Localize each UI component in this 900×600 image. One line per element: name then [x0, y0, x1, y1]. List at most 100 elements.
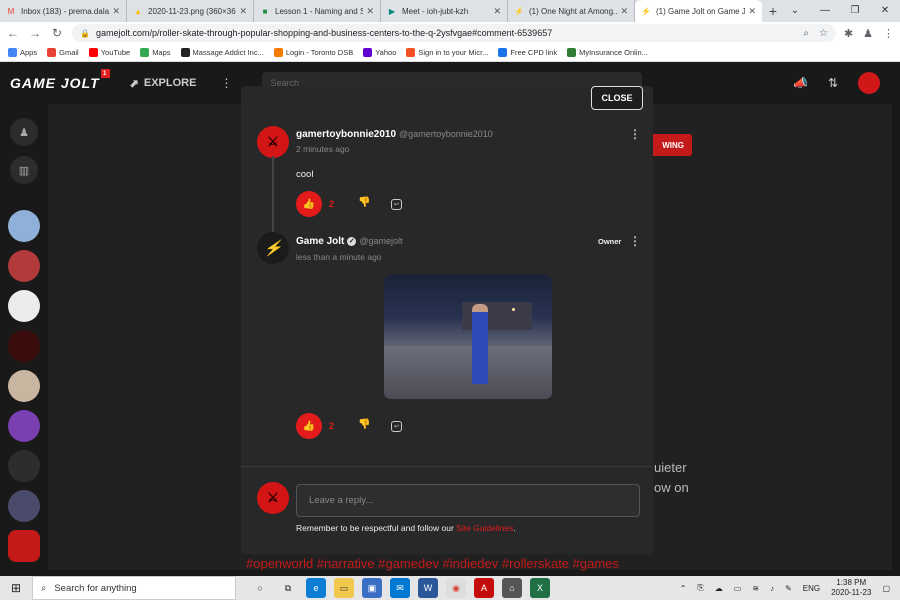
explore-link[interactable]: ⬈ EXPLORE [130, 77, 197, 90]
taskbar-search[interactable]: ⌕ Search for anything [32, 576, 236, 600]
usb-icon[interactable]: ⎘ [697, 583, 703, 593]
community-avatar[interactable] [8, 290, 40, 322]
site-guidelines-link[interactable]: Site Guidelines [456, 523, 513, 533]
tab-close-icon[interactable]: ✕ [112, 6, 120, 17]
bookmark-item[interactable]: Apps [8, 48, 37, 57]
battery-icon[interactable]: ▭ [734, 584, 742, 593]
task-view-icon[interactable]: ⧉ [278, 578, 298, 598]
excel-icon[interactable]: X [530, 578, 550, 598]
volume-icon[interactable]: ♪ [770, 584, 774, 593]
address-bar[interactable]: 🔒 gamejolt.com/p/roller-skate-through-po… [72, 24, 836, 42]
bookmark-item[interactable]: Maps [140, 48, 171, 57]
tab-close-icon[interactable]: ✕ [620, 6, 628, 17]
thumbs-down-icon[interactable]: 👎 [358, 419, 370, 430]
bookmark-item[interactable]: MyInsurance Onlin... [567, 48, 648, 57]
thumbs-down-icon[interactable]: 👎 [358, 197, 370, 208]
app-icon[interactable]: ⌂ [502, 578, 522, 598]
browser-tab-title: 2020-11-23.png (360×360) [148, 6, 237, 16]
language-indicator[interactable]: ENG [803, 584, 820, 593]
comment-options-icon[interactable]: ⋮ [629, 128, 641, 140]
browser-tab[interactable]: ▲ 2020-11-23.png (360×360) ✕ [127, 0, 254, 22]
close-window-icon[interactable]: ✕ [870, 0, 900, 20]
word-icon[interactable]: W [418, 578, 438, 598]
library-icon[interactable]: ▥ [10, 156, 38, 184]
tab-close-icon[interactable]: ✕ [493, 6, 501, 17]
bookmark-item[interactable]: Sign in to your Micr... [406, 48, 488, 57]
comment-author[interactable]: Game Jolt ✓ @gamejolt [296, 236, 403, 247]
community-avatar[interactable] [8, 330, 40, 362]
chevron-down-icon[interactable]: ⌄ [780, 0, 810, 20]
zoom-icon[interactable]: ⌕ [803, 28, 809, 39]
reply-icon[interactable]: ↩ [391, 421, 402, 432]
browser-menu-icon[interactable]: ⋮ [883, 27, 894, 40]
cloud-icon[interactable]: ☁ [715, 584, 723, 593]
browser-tab[interactable]: ⚡ (1) One Night at Among... ✕ [508, 0, 635, 22]
comment-video-thumbnail[interactable] [384, 274, 552, 399]
community-avatar[interactable] [8, 450, 40, 482]
like-count[interactable]: 2 [329, 421, 334, 431]
like-button[interactable]: 👍 [296, 413, 322, 439]
more-menu-icon[interactable]: ⋮ [220, 76, 232, 90]
community-avatar[interactable] [8, 370, 40, 402]
forward-icon[interactable]: → [28, 26, 42, 40]
notifications-icon[interactable]: ▢ [882, 584, 890, 593]
like-button[interactable]: 👍 [296, 191, 322, 217]
chrome-icon[interactable]: ◉ [446, 578, 466, 598]
bookmark-item[interactable]: Gmail [47, 48, 79, 57]
store-icon[interactable]: ▣ [362, 578, 382, 598]
chevron-up-icon[interactable]: ⌃ [680, 584, 687, 593]
restore-icon[interactable]: ❐ [840, 0, 870, 20]
file-explorer-icon[interactable]: ▭ [334, 578, 354, 598]
bookmark-item[interactable]: Free CPD link [498, 48, 557, 57]
reply-input[interactable]: Leave a reply... [296, 484, 640, 517]
tab-close-icon[interactable]: ✕ [366, 6, 374, 17]
community-avatar[interactable] [8, 490, 40, 522]
user-avatar[interactable] [858, 72, 880, 94]
avatar[interactable]: ⚔ [257, 126, 289, 158]
back-icon[interactable]: ← [6, 26, 20, 40]
close-button[interactable]: CLOSE [591, 86, 643, 110]
minimize-icon[interactable]: — [810, 0, 840, 20]
pen-icon[interactable]: ✎ [785, 584, 792, 593]
comment-options-icon[interactable]: ⋮ [629, 235, 641, 247]
clock[interactable]: 1:38 PM 2020-11-23 [831, 578, 871, 598]
browser-tab[interactable]: M Inbox (183) - prerna.dalal... ✕ [0, 0, 127, 22]
megaphone-icon[interactable]: 📣 [793, 76, 808, 90]
community-avatar[interactable] [8, 210, 40, 242]
activity-icon[interactable]: ⇅ [828, 76, 838, 90]
like-count[interactable]: 2 [329, 199, 334, 209]
youtube-icon[interactable] [8, 530, 40, 562]
bookmark-star-icon[interactable]: ☆ [819, 28, 828, 39]
cortana-icon[interactable]: ○ [250, 578, 270, 598]
gamejolt-logo[interactable]: GAME JOLT 1 [10, 69, 110, 91]
gamejolt-avatar[interactable]: ⚡ [257, 232, 289, 264]
tab-close-icon[interactable]: ✕ [239, 6, 247, 17]
bookmark-item[interactable]: Login - Toronto DSB [273, 48, 353, 57]
acrobat-icon[interactable]: A [474, 578, 494, 598]
comment-timestamp[interactable]: less than a minute ago [296, 252, 382, 262]
bookmark-favicon-icon [140, 48, 150, 57]
tab-close-icon[interactable]: ✕ [748, 6, 756, 17]
bookmark-item[interactable]: Massage Addict Inc... [180, 48, 264, 57]
bookmark-item[interactable]: Yahoo [363, 48, 396, 57]
comment-timestamp[interactable]: 2 minutes ago [296, 144, 349, 154]
extensions-icon[interactable]: ✱ [844, 27, 853, 40]
browser-tab[interactable]: ▶ Meet - ioh-jubt-kzh ✕ [381, 0, 508, 22]
windows-start-icon[interactable]: ⊞ [0, 576, 32, 600]
community-avatar[interactable] [8, 410, 40, 442]
reply-icon[interactable]: ↩ [391, 199, 402, 210]
reload-icon[interactable]: ↻ [50, 26, 64, 40]
url-text[interactable]: gamejolt.com/p/roller-skate-through-popu… [96, 28, 803, 38]
profile-icon[interactable]: ♟ [863, 27, 873, 40]
browser-tab[interactable]: ⚡ (1) Game Jolt on Game Jo...✕ [635, 0, 762, 22]
browser-tab[interactable]: ■ Lesson 1 - Naming and Sa...✕ [254, 0, 381, 22]
edge-icon[interactable]: e [306, 578, 326, 598]
post-tags[interactable]: #openworld #narrative #gamedev #indiedev… [246, 556, 619, 571]
community-avatar[interactable] [8, 250, 40, 282]
trophy-icon[interactable]: ♟ [10, 118, 38, 146]
wifi-icon[interactable]: ≋ [752, 584, 759, 593]
bookmark-item[interactable]: YouTube [88, 48, 130, 57]
follow-button[interactable]: WING [650, 134, 692, 156]
mail-icon[interactable]: ✉ [390, 578, 410, 598]
comment-author[interactable]: gamertoybonnie2010 @gamertoybonnie2010 [296, 129, 493, 140]
